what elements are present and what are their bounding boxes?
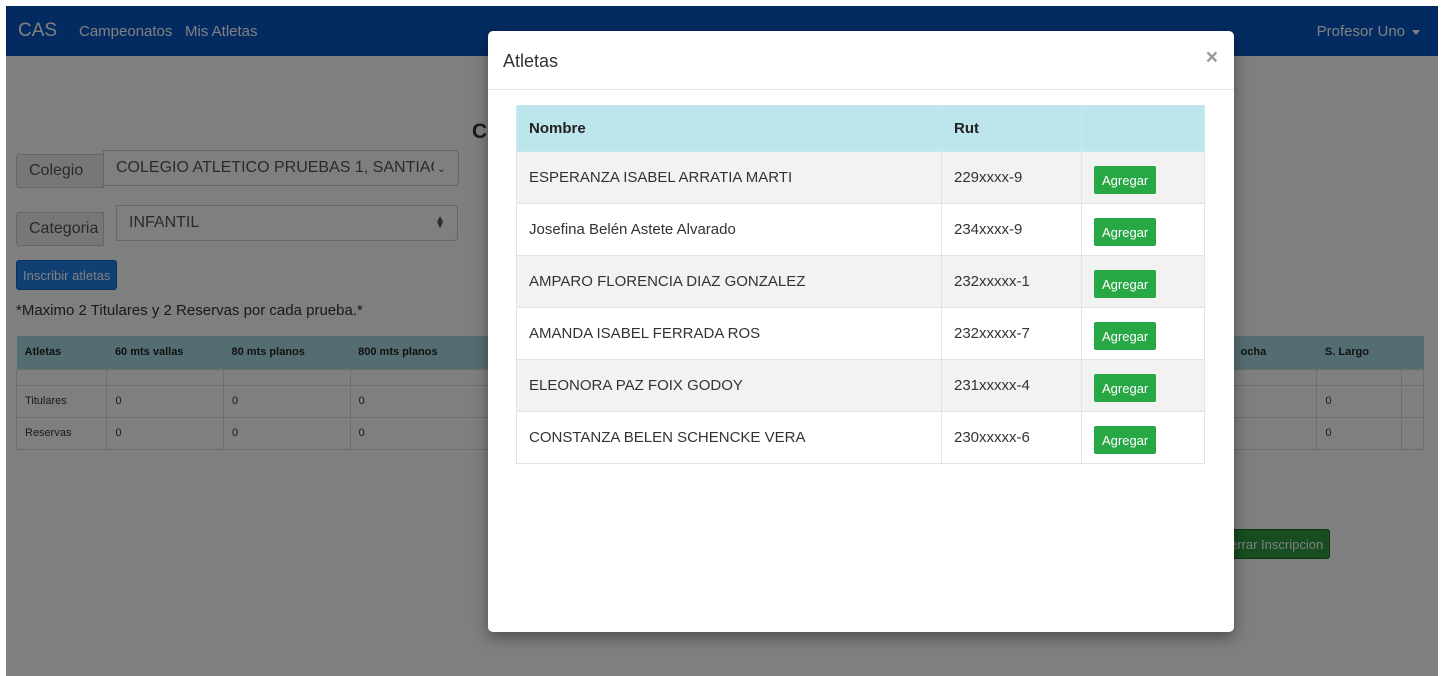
athlete-row: ELEONORA PAZ FOIX GODOY 231xxxxx-4 Agreg… (516, 359, 1205, 412)
close-icon[interactable]: × (1206, 47, 1218, 68)
athlete-row: ESPERANZA ISABEL ARRATIA MARTI 229xxxx-9… (516, 151, 1205, 204)
agregar-button[interactable]: Agregar (1094, 269, 1157, 298)
modal-header: Atletas × (488, 31, 1234, 90)
column-header-actions (1081, 105, 1205, 152)
athlete-name: Josefina Belén Astete Alvarado (516, 203, 942, 256)
athlete-row: AMANDA ISABEL FERRADA ROS 232xxxxx-7 Agr… (516, 307, 1205, 360)
athlete-rut: 229xxxx-9 (941, 151, 1082, 204)
athlete-name: AMPARO FLORENCIA DIAZ GONZALEZ (516, 255, 942, 308)
athlete-row: AMPARO FLORENCIA DIAZ GONZALEZ 232xxxxx-… (516, 255, 1205, 308)
athletes-table-header-row: Nombre Rut (516, 105, 1205, 152)
athlete-rut: 234xxxx-9 (941, 203, 1082, 256)
athlete-name: ELEONORA PAZ FOIX GODOY (516, 359, 942, 412)
athlete-rut: 232xxxxx-7 (941, 307, 1082, 360)
athlete-row: Josefina Belén Astete Alvarado 234xxxx-9… (516, 203, 1205, 256)
column-header-nombre: Nombre (516, 105, 942, 152)
athlete-row: CONSTANZA BELEN SCHENCKE VERA 230xxxxx-6… (516, 411, 1205, 464)
agregar-button[interactable]: Agregar (1094, 373, 1157, 402)
athlete-rut: 230xxxxx-6 (941, 411, 1082, 464)
athlete-name: AMANDA ISABEL FERRADA ROS (516, 307, 942, 360)
atletas-modal: Atletas × Nombre Rut ESPERANZA ISABEL AR… (488, 31, 1234, 632)
agregar-button[interactable]: Agregar (1094, 165, 1157, 194)
athlete-name: CONSTANZA BELEN SCHENCKE VERA (516, 411, 942, 464)
athlete-rut: 232xxxxx-1 (941, 255, 1082, 308)
column-header-rut: Rut (941, 105, 1082, 152)
agregar-button[interactable]: Agregar (1094, 217, 1157, 246)
modal-title: Atletas (503, 51, 559, 71)
agregar-button[interactable]: Agregar (1094, 321, 1157, 350)
athlete-name: ESPERANZA ISABEL ARRATIA MARTI (516, 151, 942, 204)
athlete-rut: 231xxxxx-4 (941, 359, 1082, 412)
agregar-button[interactable]: Agregar (1094, 425, 1157, 454)
athletes-table: Nombre Rut ESPERANZA ISABEL ARRATIA MART… (516, 105, 1205, 464)
